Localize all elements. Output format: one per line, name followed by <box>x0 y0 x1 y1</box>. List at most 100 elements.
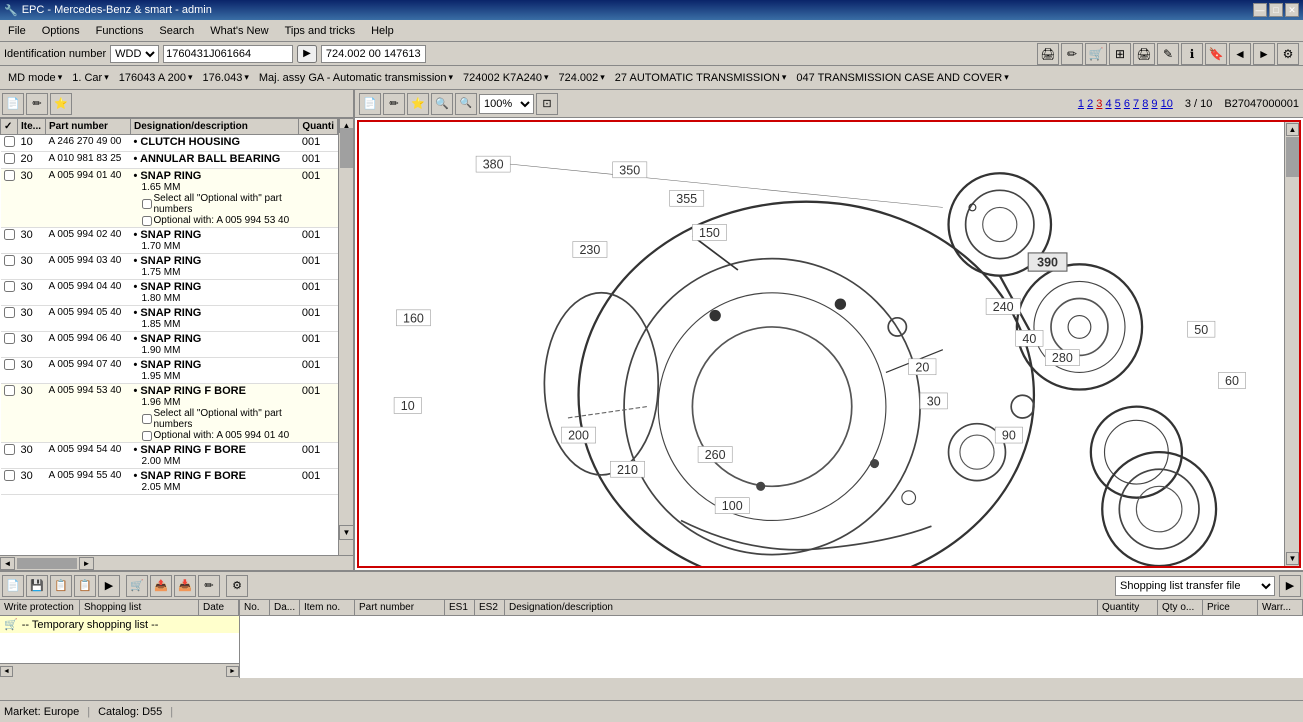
row-check[interactable] <box>1 443 18 469</box>
bottom-import-icon[interactable]: 📥 <box>174 575 196 597</box>
bottom-paste-icon[interactable]: 📋 <box>74 575 96 597</box>
page-9-link[interactable]: 9 <box>1151 98 1157 110</box>
nav-176[interactable]: 176.043 ▾ <box>199 70 253 86</box>
id-mode-select[interactable]: WDD <box>110 45 159 63</box>
eraser-icon[interactable]: ✎ <box>1157 43 1179 65</box>
bottom-shopping-icon[interactable]: 🛒 <box>126 575 148 597</box>
bottom-arrow-icon[interactable]: ▶ <box>98 575 120 597</box>
page-2-link[interactable]: 2 <box>1087 98 1093 110</box>
nav-assy[interactable]: Maj. assy GA - Automatic transmission ▾ <box>255 70 457 86</box>
nav-mode[interactable]: MD mode ▾ <box>4 70 66 86</box>
row-check[interactable] <box>1 306 18 332</box>
nav-transmission[interactable]: 27 AUTOMATIC TRANSMISSION ▾ <box>611 70 791 86</box>
page-4-link[interactable]: 4 <box>1105 98 1111 110</box>
parts-scrollbar[interactable]: ▲ ▼ <box>338 118 353 555</box>
menu-search[interactable]: Search <box>155 23 198 39</box>
page-10-link[interactable]: 10 <box>1161 98 1173 110</box>
info-icon[interactable]: ℹ <box>1181 43 1203 65</box>
menu-whats-new[interactable]: What's New <box>206 23 272 39</box>
edit-icon[interactable]: ✏ <box>1061 43 1083 65</box>
table-row[interactable]: 30A 005 994 04 40• SNAP RING1.80 MM001 <box>1 280 338 306</box>
grid-icon[interactable]: ⊞ <box>1109 43 1131 65</box>
scroll-left-btn[interactable]: ◄ <box>0 557 15 570</box>
page-5-link[interactable]: 5 <box>1115 98 1121 110</box>
row-check[interactable] <box>1 358 18 384</box>
close-button[interactable]: ✕ <box>1285 3 1299 17</box>
diag-zoom-out-icon[interactable]: 🔍 <box>455 93 477 115</box>
diag-star-icon[interactable]: ⭐ <box>407 93 429 115</box>
row-check[interactable] <box>1 152 18 169</box>
row-check[interactable] <box>1 228 18 254</box>
bottom-settings-icon[interactable]: ⚙ <box>226 575 248 597</box>
table-row[interactable]: 30A 005 994 06 40• SNAP RING1.90 MM001 <box>1 332 338 358</box>
menu-file[interactable]: File <box>4 23 30 39</box>
diag-doc-icon[interactable]: 📄 <box>359 93 381 115</box>
row-check[interactable] <box>1 135 18 152</box>
table-row[interactable]: 30A 005 994 53 40• SNAP RING F BORE1.96 … <box>1 384 338 443</box>
table-row[interactable]: 30A 005 994 05 40• SNAP RING1.85 MM001 <box>1 306 338 332</box>
table-row[interactable]: 30A 005 994 54 40• SNAP RING F BORE2.00 … <box>1 443 338 469</box>
scroll-down-btn[interactable]: ▼ <box>339 525 353 540</box>
menu-functions[interactable]: Functions <box>92 23 148 39</box>
table-row[interactable]: 30A 005 994 01 40• SNAP RING1.65 MM Sele… <box>1 169 338 228</box>
row-check[interactable] <box>1 332 18 358</box>
right-icon[interactable]: ► <box>1253 43 1275 65</box>
row-check[interactable] <box>1 469 18 495</box>
transfer-go-icon[interactable]: ▶ <box>1279 575 1301 597</box>
diag-edit-icon[interactable]: ✏ <box>383 93 405 115</box>
row-check[interactable] <box>1 254 18 280</box>
page-7-link[interactable]: 7 <box>1133 98 1139 110</box>
parts-h-scrollbar[interactable]: ◄ ► <box>0 555 353 570</box>
row-check[interactable] <box>1 169 18 228</box>
h-scroll-thumb[interactable] <box>17 558 77 569</box>
page-3-link[interactable]: 3 <box>1096 98 1102 110</box>
diag-scroll-thumb[interactable] <box>1286 137 1299 177</box>
zoom-select[interactable]: 100% 50% 75% 125% 150% 200% <box>479 94 534 114</box>
nav-176043[interactable]: 176043 A 200 ▾ <box>115 70 197 86</box>
nav-car[interactable]: 1. Car ▾ <box>68 70 113 86</box>
page-6-link[interactable]: 6 <box>1124 98 1130 110</box>
nav-724002[interactable]: 724002 K7A240 ▾ <box>459 70 552 86</box>
parts-edit-icon[interactable]: ✏ <box>26 93 48 115</box>
table-row[interactable]: 30A 005 994 03 40• SNAP RING1.75 MM001 <box>1 254 338 280</box>
row-check[interactable] <box>1 384 18 443</box>
diag-scroll-up[interactable]: ▲ <box>1286 123 1299 136</box>
restore-button[interactable]: □ <box>1269 3 1283 17</box>
bottom-edit2-icon[interactable]: ✏ <box>198 575 220 597</box>
nav-case[interactable]: 047 TRANSMISSION CASE AND COVER ▾ <box>792 70 1012 86</box>
print-icon[interactable]: 🖨 <box>1037 43 1059 65</box>
table-row[interactable]: 30A 005 994 07 40• SNAP RING1.95 MM001 <box>1 358 338 384</box>
settings-icon[interactable]: ⚙ <box>1277 43 1299 65</box>
bottom-copy-icon[interactable]: 📋 <box>50 575 72 597</box>
diag-fullscreen-icon[interactable]: ⊡ <box>536 93 558 115</box>
scroll-thumb[interactable] <box>340 128 353 168</box>
id-number-input[interactable] <box>163 45 293 63</box>
menu-tips[interactable]: Tips and tricks <box>281 23 360 39</box>
bottom-export-icon[interactable]: 📤 <box>150 575 172 597</box>
menu-help[interactable]: Help <box>367 23 398 39</box>
minimize-button[interactable]: — <box>1253 3 1267 17</box>
shopping-list-temp-row[interactable]: 🛒 -- Temporary shopping list -- <box>0 616 239 633</box>
transfer-select[interactable]: Shopping list transfer file <box>1115 576 1275 596</box>
print2-icon[interactable]: 🖨 <box>1133 43 1155 65</box>
shopping-scroll-left[interactable]: ◄ <box>0 666 13 677</box>
table-row[interactable]: 30A 005 994 02 40• SNAP RING1.70 MM001 <box>1 228 338 254</box>
shopping-h-scrollbar[interactable]: ◄ ► <box>0 663 239 678</box>
table-row[interactable]: 10A 246 270 49 00• CLUTCH HOUSING001 <box>1 135 338 152</box>
parts-star-icon[interactable]: ⭐ <box>50 93 72 115</box>
scroll-right-btn[interactable]: ► <box>79 557 94 570</box>
shopping-icon[interactable]: 🛒 <box>1085 43 1107 65</box>
row-check[interactable] <box>1 280 18 306</box>
menu-options[interactable]: Options <box>38 23 84 39</box>
bottom-save-icon[interactable]: 💾 <box>26 575 48 597</box>
bookmark-icon[interactable]: 🔖 <box>1205 43 1227 65</box>
page-1-link[interactable]: 1 <box>1078 98 1084 110</box>
diag-zoom-in-icon[interactable]: 🔍 <box>431 93 453 115</box>
parts-doc-icon[interactable]: 📄 <box>2 93 24 115</box>
table-row[interactable]: 30A 005 994 55 40• SNAP RING F BORE2.05 … <box>1 469 338 495</box>
table-row[interactable]: 20A 010 981 83 25• ANNULAR BALL BEARING0… <box>1 152 338 169</box>
page-8-link[interactable]: 8 <box>1142 98 1148 110</box>
diagram-vscrollbar[interactable]: ▲ ▼ <box>1284 122 1299 566</box>
left-icon[interactable]: ◄ <box>1229 43 1251 65</box>
bottom-doc-icon[interactable]: 📄 <box>2 575 24 597</box>
